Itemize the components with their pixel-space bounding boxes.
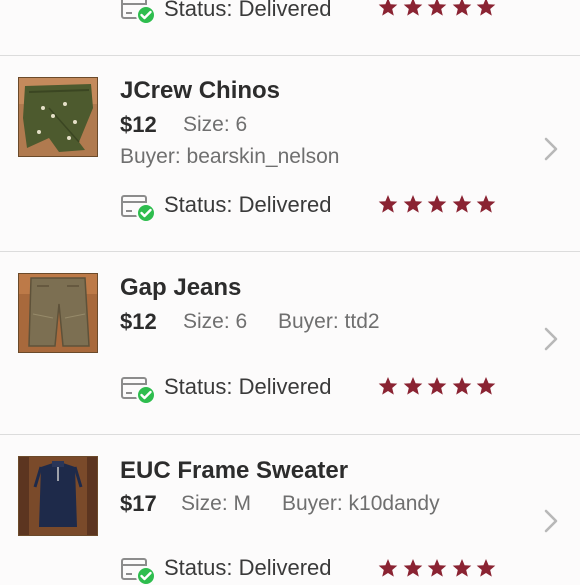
chevron-right-icon[interactable] xyxy=(543,136,559,162)
delivered-box-check-icon xyxy=(121,558,156,585)
item-buyer: Buyer: ttd2 xyxy=(278,310,380,333)
item-size: Size: 6 xyxy=(183,113,248,136)
item-title: EUC Frame Sweater xyxy=(120,457,349,484)
star-icon xyxy=(476,559,496,577)
rating-stars xyxy=(378,558,501,580)
rating-stars xyxy=(378,0,501,19)
star-icon xyxy=(427,559,447,577)
star-icon xyxy=(403,377,422,395)
item-price: $12 xyxy=(120,309,157,334)
star-icon xyxy=(403,0,422,16)
star-icon xyxy=(378,377,398,395)
list-item[interactable]: JCrew Chinos $12 Size: 6 Buyer: bearskin… xyxy=(0,56,580,251)
chevron-right-icon[interactable] xyxy=(543,326,559,352)
item-size: Size: 6 xyxy=(183,310,248,333)
item-thumbnail[interactable] xyxy=(18,456,98,536)
delivered-box-check-icon xyxy=(121,377,156,404)
item-buyer: Buyer: k10dandy xyxy=(282,492,440,515)
star-icon xyxy=(452,377,471,395)
star-icon xyxy=(427,0,447,16)
item-price: $12 xyxy=(120,112,157,137)
status-text: Status: Delivered xyxy=(164,0,332,21)
star-icon xyxy=(378,559,398,577)
item-thumbnail[interactable] xyxy=(18,273,98,353)
delivered-box-check-icon xyxy=(121,0,156,24)
status-text: Status: Delivered xyxy=(164,374,332,399)
star-icon xyxy=(378,195,398,213)
star-icon xyxy=(476,377,496,395)
star-icon xyxy=(427,195,447,213)
star-icon xyxy=(452,195,471,213)
star-icon xyxy=(452,0,471,16)
list-item[interactable]: EUC Frame Sweater $17 Size: M Buyer: k10… xyxy=(0,435,580,585)
item-buyer: Buyer: bearskin_nelson xyxy=(120,145,340,168)
chevron-right-icon[interactable] xyxy=(543,508,559,534)
status-text: Status: Delivered xyxy=(164,555,332,580)
item-thumbnail[interactable] xyxy=(18,77,98,157)
item-title: JCrew Chinos xyxy=(120,77,281,104)
star-icon xyxy=(378,0,398,16)
rating-stars xyxy=(378,194,501,216)
delivered-box-check-icon xyxy=(121,195,156,222)
star-icon xyxy=(427,377,447,395)
list-item[interactable]: Gap Jeans $12 Size: 6 Buyer: ttd2 Status… xyxy=(0,252,580,434)
star-icon xyxy=(403,195,422,213)
list-item[interactable]: Status: Delivered xyxy=(0,0,580,55)
item-price: $17 xyxy=(120,491,157,516)
star-icon xyxy=(476,195,496,213)
status-text: Status: Delivered xyxy=(164,192,332,217)
item-size: Size: M xyxy=(181,492,252,515)
star-icon xyxy=(403,559,422,577)
rating-stars xyxy=(378,376,501,398)
star-icon xyxy=(452,559,471,577)
item-title: Gap Jeans xyxy=(120,274,242,301)
star-icon xyxy=(476,0,496,16)
